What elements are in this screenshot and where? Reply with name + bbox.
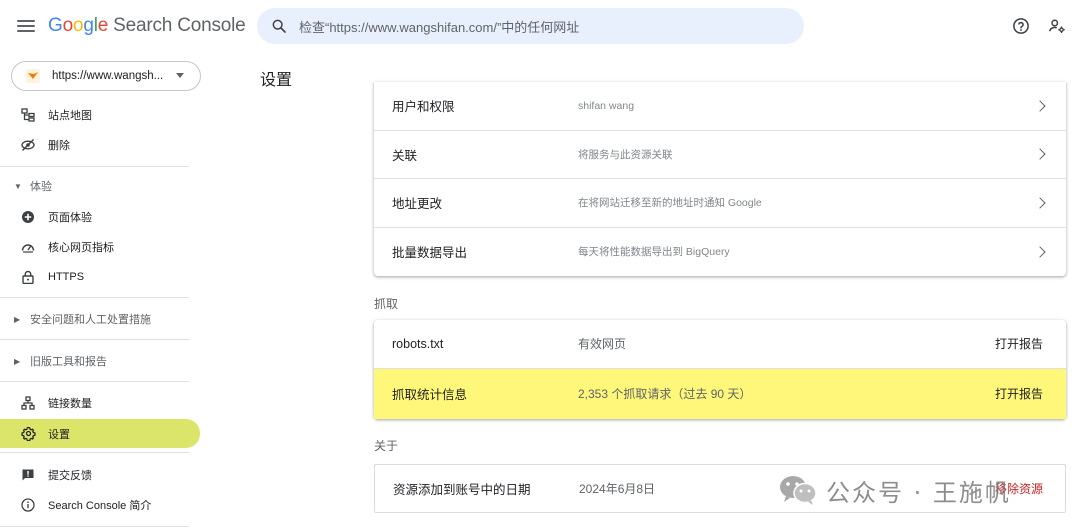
property-selector[interactable]: https://www.wangsh...	[11, 61, 201, 91]
lock-icon	[20, 269, 36, 285]
menu-icon-line	[17, 30, 35, 32]
settings-row-users-permissions[interactable]: 用户和权限 shifan wang	[374, 82, 1066, 131]
chevron-right-icon	[1034, 100, 1046, 112]
links-icon	[20, 395, 36, 411]
dropdown-arrow-icon	[176, 73, 184, 78]
sidebar-item-core-web-vitals[interactable]: 核心网页指标	[0, 233, 200, 261]
sidebar-divider	[0, 297, 189, 298]
general-settings-card: 用户和权限 shifan wang 关联 将服务与此资源关联 地址更改 在将网站…	[374, 82, 1066, 276]
url-inspection-search[interactable]: 检查“https://www.wangshifan.com/”中的任何网址	[257, 8, 804, 44]
sidebar: https://www.wangsh... 站点地图 删除 ▼ 体验 页面体验 …	[0, 52, 201, 532]
sidebar-divider	[0, 452, 189, 453]
expand-arrow-icon: ▶	[14, 314, 21, 324]
settings-row-change-of-address[interactable]: 地址更改 在将网站迁移至新的地址时通知 Google	[374, 179, 1066, 228]
chevron-right-icon	[1034, 246, 1046, 258]
account-settings-button[interactable]	[1045, 14, 1069, 38]
sidebar-section-legacy[interactable]: ▶ 旧版工具和报告	[0, 349, 200, 373]
site-favicon-icon	[26, 69, 40, 83]
product-name: Search Console	[113, 15, 246, 36]
search-icon	[272, 19, 286, 33]
google-search-console-logo[interactable]: Google Search Console	[48, 15, 246, 37]
feedback-icon	[20, 467, 36, 483]
sidebar-divider	[0, 166, 189, 167]
crawling-card: robots.txt 有效网页 打开报告 抓取统计信息 2,353 个抓取请求（…	[374, 320, 1066, 419]
speedometer-icon	[20, 239, 36, 255]
section-label-crawling: 抓取	[374, 297, 399, 311]
collapse-arrow-icon: ▼	[14, 181, 22, 191]
sidebar-item-about[interactable]: Search Console 简介	[0, 491, 200, 519]
wechat-icon	[780, 476, 817, 505]
open-report-link[interactable]: 打开报告	[995, 385, 1043, 402]
help-button[interactable]	[1009, 14, 1033, 38]
sidebar-section-experience[interactable]: ▼ 体验	[0, 174, 200, 198]
gear-icon	[20, 426, 36, 442]
sidebar-item-sitemaps[interactable]: 站点地图	[0, 101, 200, 129]
sidebar-divider	[0, 381, 189, 382]
section-label-about: 关于	[374, 439, 399, 453]
sidebar-item-https[interactable]: HTTPS	[0, 263, 200, 291]
settings-row-crawl-stats[interactable]: 抓取统计信息 2,353 个抓取请求（过去 90 天） 打开报告	[374, 368, 1066, 419]
sidebar-section-security[interactable]: ▶ 安全问题和人工处置措施	[0, 307, 200, 331]
watermark-text: 公众号 · 王施帆	[826, 478, 1011, 507]
sidebar-item-removals[interactable]: 删除	[0, 131, 200, 159]
sidebar-item-feedback[interactable]: 提交反馈	[0, 461, 200, 489]
sidebar-item-settings[interactable]: 设置	[0, 419, 200, 448]
removals-icon	[20, 137, 36, 153]
sidebar-item-page-experience[interactable]: 页面体验	[0, 203, 200, 231]
manage-accounts-icon	[1049, 19, 1065, 34]
property-label: https://www.wangsh...	[52, 70, 164, 82]
info-icon	[20, 497, 36, 513]
top-bar: Google Search Console 检查“https://www.wang…	[0, 0, 1080, 52]
expand-arrow-icon: ▶	[14, 356, 21, 366]
chevron-right-icon	[1034, 148, 1046, 160]
page-experience-icon	[20, 209, 36, 225]
search-placeholder: 检查“https://www.wangshifan.com/”中的任何网址	[299, 19, 580, 35]
menu-icon-line	[17, 25, 35, 27]
sidebar-divider	[0, 526, 189, 527]
main-menu-button[interactable]	[14, 14, 38, 38]
wechat-watermark: 公众号 · 王施帆	[778, 470, 1011, 510]
chevron-right-icon	[1034, 197, 1046, 209]
settings-row-associations[interactable]: 关联 将服务与此资源关联	[374, 131, 1066, 179]
help-icon	[1013, 18, 1029, 34]
settings-row-bulk-data-export[interactable]: 批量数据导出 每天将性能数据导出到 BigQuery	[374, 228, 1066, 277]
menu-icon-line	[17, 20, 35, 22]
open-report-link[interactable]: 打开报告	[995, 335, 1043, 352]
sidebar-item-links[interactable]: 链接数量	[0, 389, 200, 417]
sidebar-divider	[0, 339, 189, 340]
settings-row-robots-txt[interactable]: robots.txt 有效网页 打开报告	[374, 320, 1066, 369]
sitemap-icon	[20, 107, 36, 123]
page-title: 设置	[260, 72, 293, 89]
